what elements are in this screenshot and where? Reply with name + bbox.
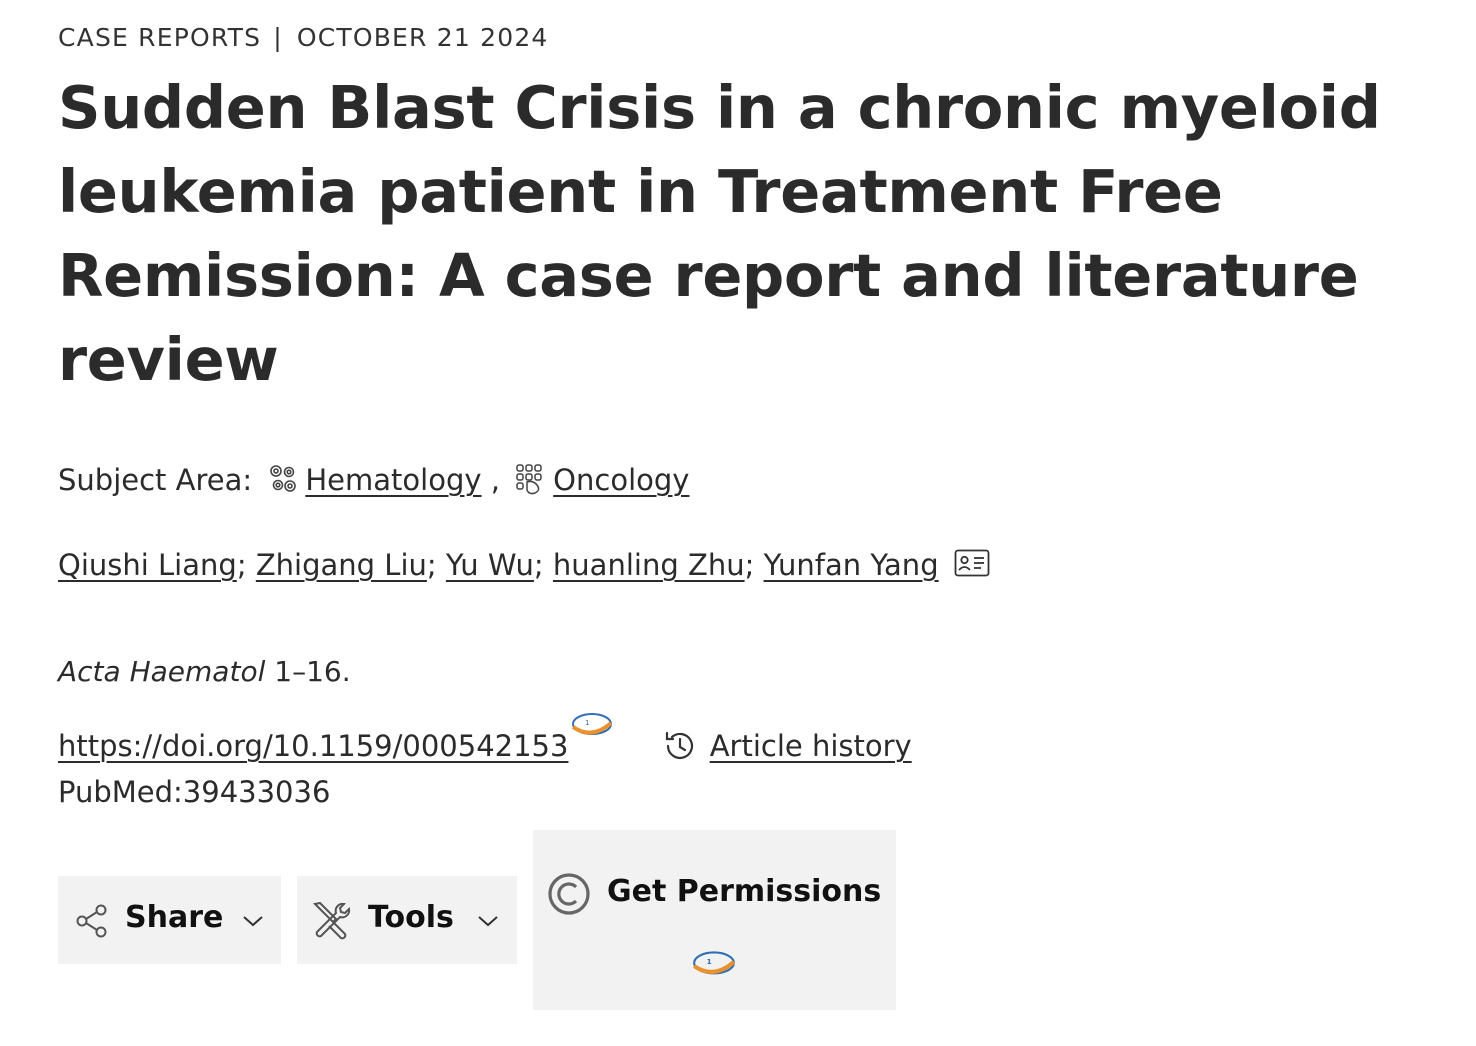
author-card-icon[interactable] — [954, 549, 990, 577]
pubmed-id: PubMed:39433036 — [58, 775, 331, 809]
author-link-1[interactable]: Qiushi Liang — [58, 548, 237, 582]
tools-label: Tools — [368, 900, 454, 935]
hematology-icon — [270, 465, 297, 492]
history-icon — [665, 731, 693, 759]
subject-area: Subject Area: Hematology , Oncology — [58, 458, 689, 502]
tools-icon — [312, 901, 351, 940]
author-separator: ; — [236, 548, 247, 582]
get-permissions-button[interactable]: Get Permissions 1 — [533, 830, 896, 1010]
article-history-link[interactable]: Article history — [710, 729, 912, 763]
share-icon — [76, 904, 107, 938]
author-list: Qiushi Liang; Zhigang Liu; Yu Wu; huanli… — [58, 543, 990, 587]
article-meta-line: CASE REPORTS | OCTOBER 21 2024 — [58, 18, 1438, 58]
author-separator: ; — [533, 548, 544, 582]
article-title: Sudden Blast Crisis in a chronic myeloid… — [58, 73, 1381, 394]
oncology-icon — [516, 464, 542, 495]
journal-name: Acta Haematol — [58, 655, 266, 688]
author-link-3[interactable]: Yu Wu — [446, 548, 534, 582]
chevron-down-icon — [478, 916, 498, 927]
author-link-4[interactable]: huanling Zhu — [553, 548, 745, 582]
tools-button[interactable]: Tools — [297, 876, 517, 964]
author-link-5[interactable]: Yunfan Yang — [764, 548, 939, 582]
copyright-icon — [548, 873, 590, 915]
svg-text:1: 1 — [707, 957, 712, 966]
article-history[interactable]: Article history — [662, 721, 912, 771]
doi-link[interactable]: https://doi.org/10.1159/000542153 — [58, 729, 568, 763]
doi-row: https://doi.org/10.1159/000542153 1 Arti… — [58, 710, 912, 771]
altmetric-badge-icon: 1 — [692, 951, 736, 975]
author-separator: ; — [744, 548, 755, 582]
citation-line: Acta Haematol 1–16. — [58, 650, 351, 694]
altmetric-badge-icon[interactable]: 1 — [570, 710, 614, 742]
subject-area-label: Subject Area: — [58, 463, 253, 497]
get-permissions-label: Get Permissions — [607, 874, 882, 909]
subject-link-hematology[interactable]: Hematology — [305, 463, 481, 497]
publication-date: OCTOBER 21 2024 — [296, 23, 549, 52]
article-header: CASE REPORTS | OCTOBER 21 2024 Sudden Blas… — [58, 18, 1438, 1010]
meta-separator: | — [273, 23, 283, 52]
share-button[interactable]: Share — [58, 876, 281, 964]
subject-link-oncology[interactable]: Oncology — [553, 463, 689, 497]
share-label: Share — [125, 900, 224, 935]
article-category: CASE REPORTS — [58, 23, 262, 52]
author-link-2[interactable]: Zhigang Liu — [256, 548, 427, 582]
subject-separator: , — [490, 463, 500, 497]
citation-pages: 1–16. — [274, 655, 351, 688]
author-separator: ; — [426, 548, 437, 582]
chevron-down-icon — [243, 916, 263, 927]
svg-text:1: 1 — [585, 719, 589, 727]
